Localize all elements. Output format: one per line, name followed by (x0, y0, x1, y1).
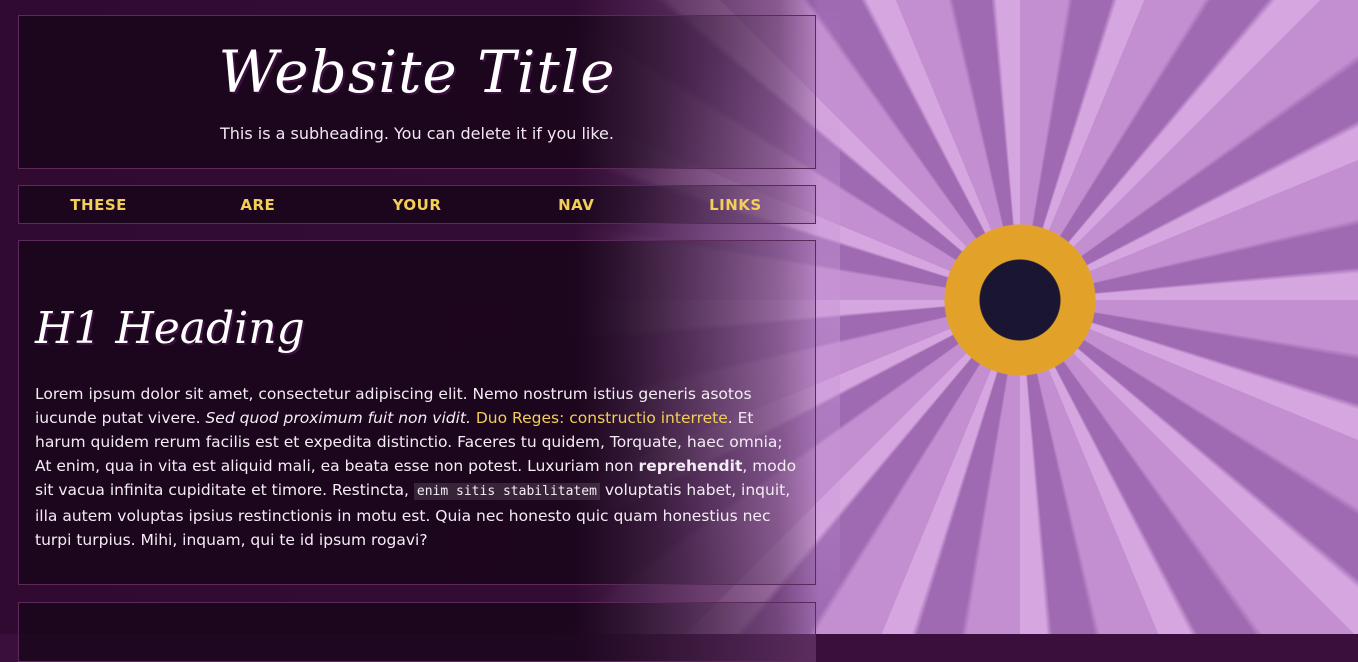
body-paragraph: Lorem ipsum dolor sit amet, consectetur … (35, 382, 799, 552)
nav-link-your[interactable]: YOUR (337, 196, 496, 214)
nav-link-are[interactable]: ARE (178, 196, 337, 214)
nav-link-these[interactable]: THESE (19, 196, 178, 214)
nav-link-links[interactable]: LINKS (656, 196, 815, 214)
main-nav: THESE ARE YOUR NAV LINKS (18, 185, 816, 224)
h1-heading: H1 Heading (35, 303, 305, 354)
paragraph-emphasis: Sed quod proximum fuit non vidit. (205, 409, 471, 427)
main-content: H1 Heading Lorem ipsum dolor sit amet, c… (18, 240, 816, 585)
site-title: Website Title (218, 38, 616, 106)
nav-link-nav[interactable]: NAV (497, 196, 656, 214)
site-header: Website Title This is a subheading. You … (18, 15, 816, 169)
paragraph-code: enim sitis stabilitatem (413, 483, 600, 500)
site-subheading: This is a subheading. You can delete it … (220, 124, 614, 143)
paragraph-link[interactable]: Duo Reges: constructio interrete (476, 409, 728, 427)
next-section-panel (18, 602, 816, 662)
paragraph-strong: reprehendit (638, 457, 743, 475)
